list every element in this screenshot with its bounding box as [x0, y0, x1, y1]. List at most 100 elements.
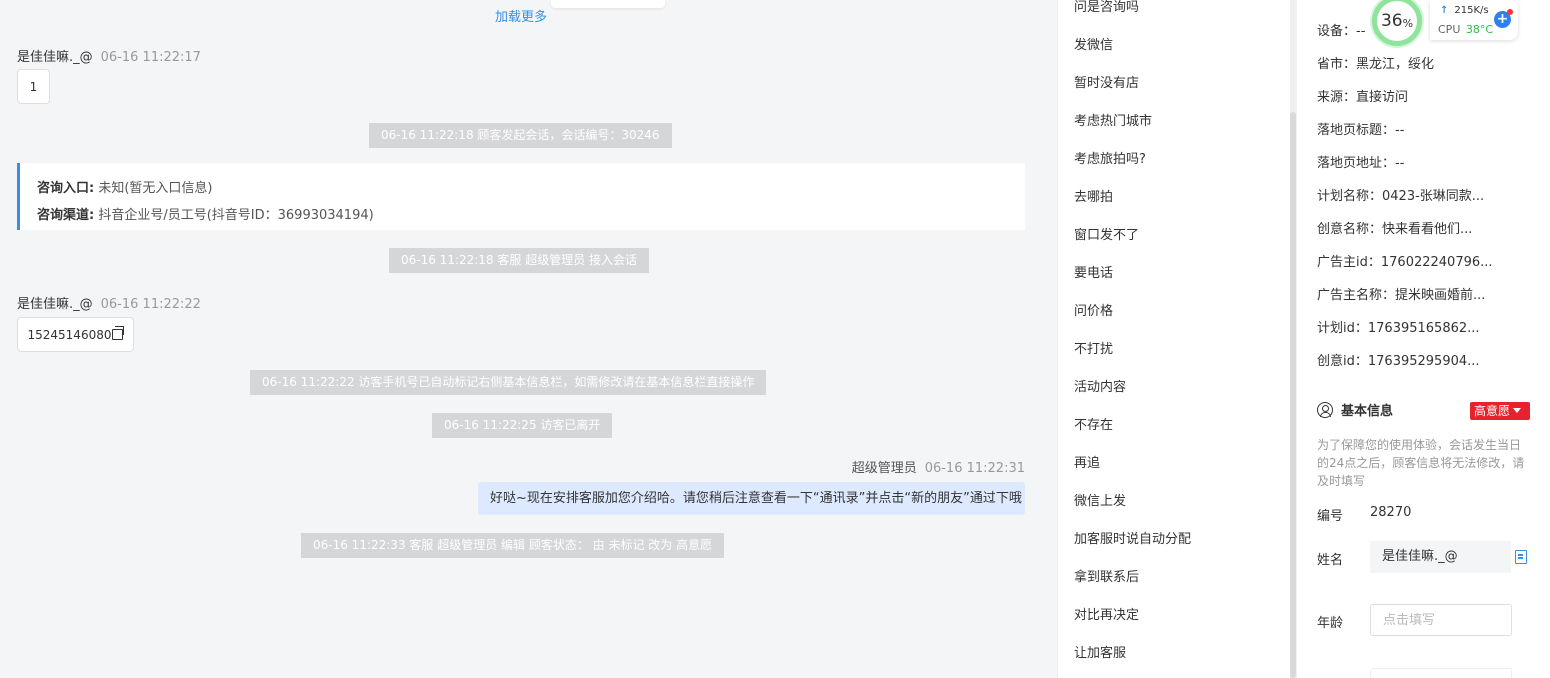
- info-value: 0423-张琳同款...: [1382, 189, 1485, 204]
- system-monitor-widget[interactable]: ↑ 215K/s CPU 38°C + 36%: [1372, 0, 1518, 46]
- copy-icon[interactable]: [112, 326, 125, 340]
- info-label: 计划id：: [1317, 321, 1368, 336]
- info-label: 省市：: [1317, 57, 1357, 72]
- name-label: 姓名: [1317, 553, 1344, 568]
- copy-document-icon[interactable]: [1515, 550, 1527, 564]
- network-speed: ↑ 215K/s: [1440, 5, 1489, 16]
- user-circle-icon: [1317, 401, 1333, 418]
- entry-value: 未知(暂无入口信息): [98, 181, 213, 196]
- cpu-temp: CPU 38°C: [1438, 23, 1493, 36]
- info-value: --: [1395, 123, 1405, 138]
- info-value: 直接访问: [1356, 90, 1409, 105]
- quick-reply-item[interactable]: 活动内容: [1074, 376, 1126, 395]
- quick-reply-list: 问是咨询吗 发微信 暂时没有店 考虑热门城市 考虑旅拍吗? 去哪拍 窗口发不了 …: [1057, 0, 1297, 678]
- info-value: 提米映画婚前...: [1395, 288, 1486, 303]
- quick-reply-item[interactable]: 加客服时说自动分配: [1074, 528, 1191, 547]
- channel-row: 咨询渠道: 抖音企业号/员工号(抖音号ID：36993034194): [37, 202, 1025, 229]
- age-input[interactable]: [1370, 604, 1512, 636]
- info-creative-id: 创意id：176395295904...: [1317, 350, 1480, 369]
- message-text: 好哒~现在安排客服加您介绍哈。请您稍后注意查看一下“通讯录”并点击“新的朋友”通…: [490, 491, 1022, 506]
- message-time: 06-16 11:22:17: [100, 50, 201, 65]
- quick-reply-item[interactable]: 发微信: [1074, 34, 1113, 53]
- quick-reply-item[interactable]: 问价格: [1074, 300, 1113, 319]
- info-label: 广告主名称：: [1317, 288, 1396, 303]
- scrollbar-thumb[interactable]: [1290, 112, 1296, 678]
- basic-info-title: 基本信息: [1317, 400, 1393, 419]
- quick-reply-item[interactable]: 不存在: [1074, 414, 1113, 433]
- cpu-usage-ring[interactable]: 36%: [1372, 0, 1422, 46]
- popup-edge: [551, 0, 665, 8]
- cpu-temp-value: 38°C: [1465, 23, 1494, 36]
- message-time: 06-16 11:22:31: [924, 461, 1025, 476]
- info-label: 计划名称：: [1317, 189, 1383, 204]
- info-creative-name: 创意名称：快来看看他们...: [1317, 218, 1472, 237]
- message-sender: 超级管理员 06-16 11:22:31: [852, 457, 1025, 476]
- agent-message-bubble[interactable]: 好哒~现在安排客服加您介绍哈。请您稍后注意查看一下“通讯录”并点击“新的朋友”通…: [478, 482, 1025, 515]
- section-title-text: 基本信息: [1341, 404, 1394, 419]
- next-field[interactable]: [1370, 668, 1512, 678]
- info-value: 176395165862...: [1367, 321, 1480, 336]
- system-notice: 06-16 11:22:22 访客手机号已自动标记右侧基本信息栏，如需修改请在基…: [250, 370, 767, 395]
- info-label: 来源：: [1317, 90, 1357, 105]
- quick-reply-item[interactable]: 对比再决定: [1074, 604, 1139, 623]
- visitor-message-bubble[interactable]: 15245146080: [17, 317, 134, 352]
- info-value: 黑龙江，绥化: [1356, 57, 1435, 72]
- quick-reply-item[interactable]: 问是咨询吗: [1074, 0, 1139, 15]
- load-more-link[interactable]: 加载更多: [495, 6, 547, 25]
- info-advertiser-id: 广告主id：176022240796...: [1317, 251, 1493, 270]
- info-landing-title: 落地页标题：--: [1317, 119, 1404, 138]
- info-label: 落地页地址：: [1317, 156, 1396, 171]
- visitor-info-panel: 设备：-- 省市：黑龙江，绥化 来源：直接访问 落地页标题：-- 落地页地址：-…: [1297, 0, 1550, 678]
- quick-reply-item[interactable]: 暂时没有店: [1074, 72, 1139, 91]
- quick-reply-item[interactable]: 不打扰: [1074, 338, 1113, 357]
- quick-reply-item[interactable]: 微信上发: [1074, 490, 1126, 509]
- quick-reply-item[interactable]: 考虑热门城市: [1074, 110, 1152, 129]
- info-label: 创意名称：: [1317, 222, 1383, 237]
- quick-reply-item[interactable]: 再追: [1074, 452, 1100, 471]
- system-notice: 06-16 11:22:18 客服 超级管理员 接入会话: [389, 248, 650, 273]
- info-value: 176395295904...: [1367, 354, 1480, 369]
- info-value: 快来看看他们...: [1382, 222, 1473, 237]
- notification-dot: [1507, 9, 1513, 15]
- info-label: 落地页标题：: [1317, 123, 1396, 138]
- quick-reply-item[interactable]: 要电话: [1074, 262, 1113, 281]
- info-province: 省市：黑龙江，绥化: [1317, 53, 1434, 72]
- consult-entry-card: 咨询入口: 未知(暂无入口信息) 咨询渠道: 抖音企业号/员工号(抖音号ID：3…: [17, 163, 1025, 230]
- info-plan-name: 计划名称：0423-张琳同款...: [1317, 185, 1484, 204]
- cpu-label: CPU: [1438, 23, 1461, 36]
- channel-label: 咨询渠道:: [37, 208, 95, 223]
- info-source: 来源：直接访问: [1317, 86, 1408, 105]
- info-label: 创意id：: [1317, 354, 1368, 369]
- message-text: 1: [29, 79, 38, 94]
- intent-dropdown[interactable]: 高意愿: [1470, 402, 1530, 420]
- system-notice: 06-16 11:22:25 访客已离开: [432, 413, 613, 438]
- quick-reply-item[interactable]: 考虑旅拍吗?: [1074, 148, 1146, 167]
- system-notice: 06-16 11:22:18 顾客发起会话，会话编号：30246: [369, 123, 672, 148]
- info-plan-id: 计划id：176395165862...: [1317, 317, 1480, 336]
- system-notice: 06-16 11:22:33 客服 超级管理员 编辑 顾客状态： 由 未标记 改…: [301, 533, 725, 558]
- visitor-message-bubble[interactable]: 1: [17, 69, 50, 104]
- number-value: 28270: [1370, 505, 1412, 520]
- quick-reply-item[interactable]: 窗口发不了: [1074, 224, 1139, 243]
- caret-down-icon: [1513, 408, 1522, 413]
- quick-reply-item[interactable]: 拿到联系后: [1074, 566, 1139, 585]
- entry-label: 咨询入口:: [37, 181, 95, 196]
- percent-sign: %: [1402, 16, 1414, 30]
- sender-name: 是佳佳嘛._@: [17, 50, 93, 65]
- intent-label: 高意愿: [1474, 404, 1511, 418]
- message-sender: 是佳佳嘛._@ 06-16 11:22:22: [17, 293, 201, 312]
- message-time: 06-16 11:22:22: [100, 297, 201, 312]
- message-sender: 是佳佳嘛._@ 06-16 11:22:17: [17, 46, 201, 65]
- info-advertiser-name: 广告主名称：提米映画婚前...: [1317, 284, 1485, 303]
- quick-reply-item[interactable]: 让加客服: [1074, 642, 1126, 661]
- quick-reply-item[interactable]: 去哪拍: [1074, 186, 1113, 205]
- monitor-panel: ↑ 215K/s CPU 38°C +: [1430, 0, 1518, 40]
- chat-panel: 加载更多 是佳佳嘛._@ 06-16 11:22:17 1 06-16 11:22…: [0, 0, 1040, 678]
- message-text: 15245146080: [27, 327, 112, 342]
- number-label: 编号: [1317, 509, 1344, 524]
- info-label: 设备：: [1317, 24, 1357, 39]
- channel-value: 抖音企业号/员工号(抖音号ID：36993034194): [98, 208, 374, 223]
- name-field[interactable]: 是佳佳嘛._@: [1370, 541, 1511, 573]
- net-speed-value: 215K/s: [1454, 5, 1489, 16]
- upload-arrow-icon: ↑: [1440, 5, 1449, 16]
